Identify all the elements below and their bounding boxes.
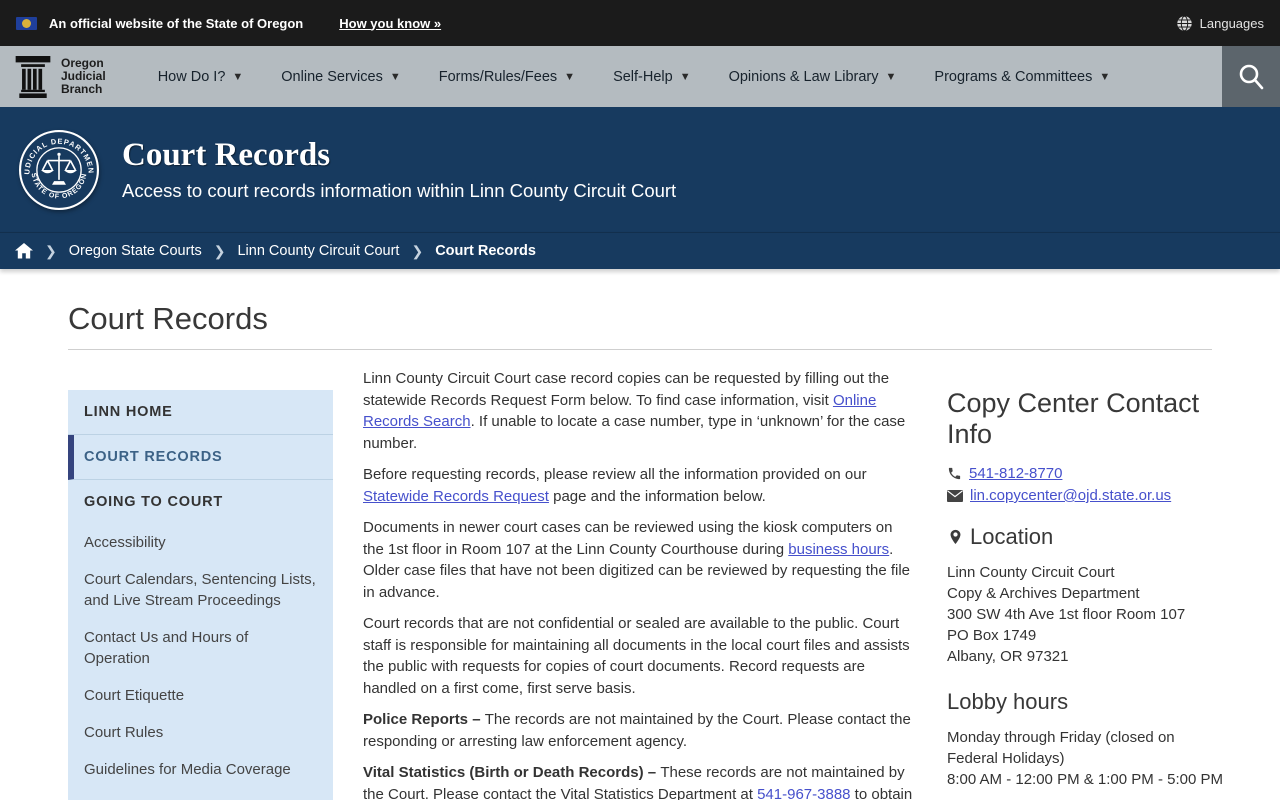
home-icon[interactable] (15, 243, 33, 259)
address-line: Copy & Archives Department (947, 585, 1140, 602)
page-hero: JUDICIAL DEPARTMENT STATE OF OREGON Cour… (0, 107, 1280, 232)
languages-label: Languages (1199, 15, 1264, 31)
lobby-hours-line: Monday through Friday (closed on (947, 729, 1175, 746)
paragraph: Before requesting records, please review… (363, 466, 867, 505)
nav-item-forms-rules-fees[interactable]: Forms/Rules/Fees ▼ (439, 69, 575, 85)
address-line: Albany, OR 97321 (947, 648, 1069, 665)
search-icon (1239, 64, 1264, 89)
oregon-flag-icon (16, 16, 37, 30)
sidebar-item-court-records-active[interactable]: COURT RECORDS (68, 435, 333, 480)
sidebar-item-linn-home[interactable]: LINN HOME (68, 390, 333, 435)
languages-button[interactable]: Languages (1176, 15, 1264, 32)
nav-item-online-services[interactable]: Online Services ▼ (281, 69, 400, 85)
vital-statistics-phone-link[interactable]: 541-967-3888 (757, 786, 850, 800)
chevron-down-icon: ▼ (564, 70, 576, 83)
ojd-logo[interactable]: Oregon Judicial Branch (0, 55, 106, 98)
hero-title: Court Records (122, 137, 331, 173)
address-block: Linn County Circuit Court Copy & Archive… (947, 562, 1212, 667)
hero-text-block: Court Records Access to court records in… (122, 137, 676, 202)
paragraph: Court records that are not confidential … (363, 615, 910, 697)
breadcrumb-oregon-state-courts[interactable]: Oregon State Courts (69, 243, 202, 259)
paragraph-vital-statistics: Vital Statistics (Birth or Death Records… (363, 762, 917, 800)
judicial-department-seal-icon: JUDICIAL DEPARTMENT STATE OF OREGON (18, 129, 100, 210)
sidebar-item-going-to-court[interactable]: GOING TO COURT (68, 480, 333, 524)
chevron-down-icon: ▼ (1099, 70, 1111, 83)
page-title: Court Records (68, 301, 268, 336)
copy-center-heading: Copy Center Contact Info (947, 388, 1200, 449)
business-hours-link[interactable]: business hours (788, 541, 889, 558)
section-sidebar: LINN HOME COURT RECORDS GOING TO COURT A… (68, 390, 333, 800)
chevron-down-icon: ▼ (389, 70, 401, 83)
lobby-hours-heading: Lobby hours (947, 689, 1069, 714)
sidebar-item-accessibility[interactable]: Accessibility (68, 524, 333, 561)
sidebar-item-media-coverage[interactable]: Guidelines for Media Coverage (68, 751, 333, 788)
search-button[interactable] (1222, 46, 1280, 107)
breadcrumb-current-page: Court Records (435, 243, 536, 259)
official-website-text: An official website of the State of Oreg… (49, 15, 304, 31)
breadcrumb-separator-icon: ❯ (213, 242, 226, 259)
nav-menu: How Do I? ▼ Online Services ▼ Forms/Rules/… (158, 69, 1111, 85)
address-line: PO Box 1749 (947, 627, 1037, 644)
brand-text: Oregon Judicial Branch (61, 56, 106, 96)
chevron-down-icon: ▼ (679, 70, 691, 83)
page-content: Court Records LINN HOME COURT RECORDS GO… (0, 301, 1280, 800)
nav-item-programs-committees[interactable]: Programs & Committees ▼ (934, 69, 1110, 85)
main-text-column: Linn County Circuit Court case record co… (363, 368, 917, 800)
paragraph: Documents in newer court cases can be re… (363, 519, 911, 601)
nav-item-opinions-law-library[interactable]: Opinions & Law Library ▼ (729, 69, 897, 85)
copy-center-phone-link[interactable]: 541-812-8770 (969, 466, 1062, 481)
how-you-know-link[interactable]: How you know » (339, 16, 441, 31)
sidebar-item-judges[interactable]: Judges (68, 788, 333, 800)
hero-subtitle: Access to court records information with… (122, 180, 677, 201)
official-top-bar: An official website of the State of Oreg… (0, 0, 1280, 46)
nav-item-self-help[interactable]: Self-Help ▼ (613, 69, 691, 85)
lobby-hours-block: Monday through Friday (closed on Federal… (947, 727, 1223, 790)
chevron-down-icon: ▼ (885, 70, 897, 83)
breadcrumb-separator-icon: ❯ (411, 242, 424, 259)
email-icon (947, 489, 963, 502)
address-line: 300 SW 4th Ave 1st floor Room 107 (947, 606, 1186, 623)
copy-center-email-link[interactable]: lin.copycenter@ojd.state.or.us (970, 488, 1171, 503)
lobby-hours-line: Federal Holidays) (947, 750, 1065, 767)
statewide-records-request-link[interactable]: Statewide Records Request (363, 488, 549, 505)
lobby-hours-line: 8:00 AM - 12:00 PM & 1:00 PM - 5:00 PM (947, 771, 1223, 788)
contact-info-column: Copy Center Contact Info 541-812-8770 li… (947, 388, 1223, 800)
location-heading: Location (947, 524, 1212, 550)
paragraph-police-reports: Police Reports – The records are not mai… (363, 711, 911, 750)
nav-item-how-do-i[interactable]: How Do I? ▼ (158, 69, 244, 85)
address-line: Linn County Circuit Court (947, 564, 1115, 581)
sidebar-item-court-etiquette[interactable]: Court Etiquette (68, 677, 333, 714)
sidebar-item-court-calendars[interactable]: Court Calendars, Sentencing Lists, and L… (68, 561, 333, 619)
map-pin-icon (950, 529, 961, 545)
sidebar-item-contact-us[interactable]: Contact Us and Hours of Operation (68, 619, 333, 677)
main-navigation-bar: Oregon Judicial Branch How Do I? ▼ Online… (0, 46, 1280, 107)
chevron-down-icon: ▼ (232, 70, 244, 83)
phone-icon (948, 467, 961, 480)
breadcrumb-linn-county-circuit-court[interactable]: Linn County Circuit Court (237, 243, 399, 259)
pillar-icon (15, 55, 51, 98)
breadcrumb: ❯ Oregon State Courts ❯ Linn County Circ… (0, 232, 1280, 269)
globe-icon (1176, 15, 1192, 31)
sidebar-item-court-rules[interactable]: Court Rules (68, 714, 333, 751)
breadcrumb-separator-icon: ❯ (45, 242, 57, 259)
paragraph: Linn County Circuit Court case record co… (363, 370, 906, 452)
